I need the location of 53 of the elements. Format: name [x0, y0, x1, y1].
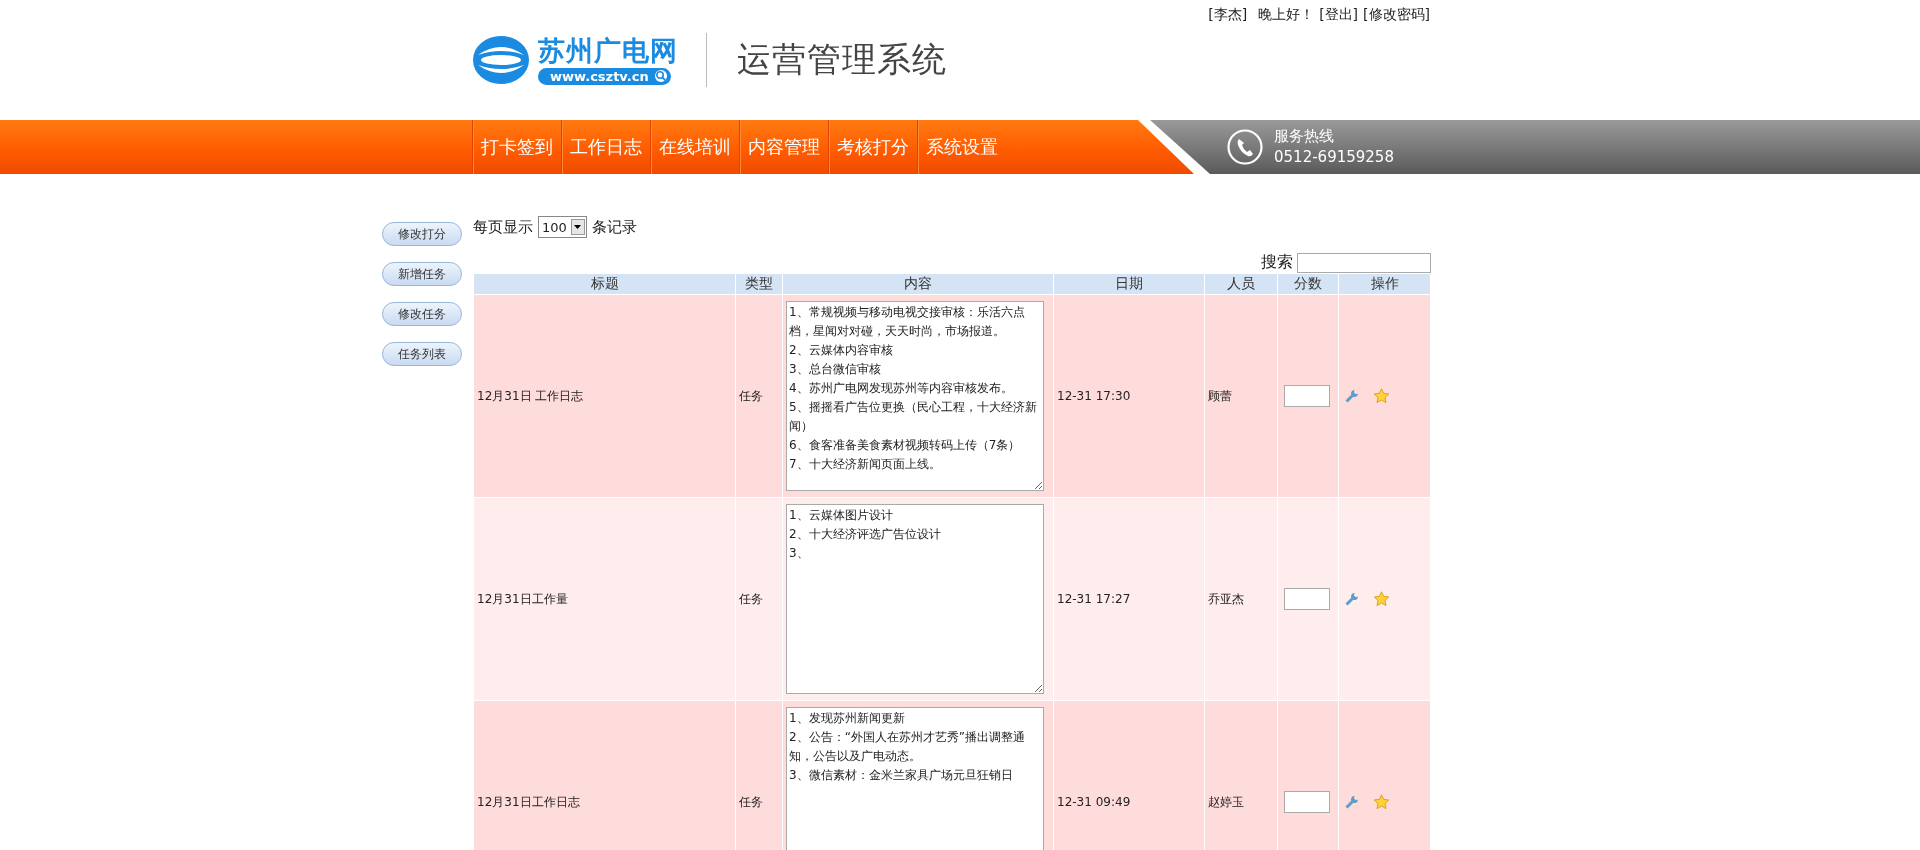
search-icon: [654, 70, 667, 82]
wrench-icon[interactable]: [1344, 794, 1359, 810]
person-cell: 赵婷玉: [1208, 794, 1244, 809]
content-field[interactable]: 1、云媒体图片设计 2、十大经济评选广告位设计 3、: [786, 504, 1044, 694]
column-header: 分数: [1277, 273, 1339, 295]
score-field[interactable]: [1284, 791, 1330, 813]
phone-icon: [1226, 128, 1264, 166]
person-cell: 顾蕾: [1208, 388, 1232, 403]
logout-link[interactable]: [登出]: [1319, 6, 1359, 24]
column-header: 标题: [473, 273, 736, 295]
column-header: 操作: [1338, 273, 1431, 295]
star-icon[interactable]: [1373, 591, 1390, 607]
title-cell: 12月31日工作量: [477, 591, 568, 606]
sidebar-button[interactable]: 修改打分: [382, 222, 462, 246]
score-field[interactable]: [1284, 385, 1330, 407]
wrench-icon[interactable]: [1344, 388, 1359, 404]
page-size-select[interactable]: 100: [538, 216, 587, 238]
page-size-suffix: 条记录: [591, 217, 637, 237]
content-field[interactable]: 1、常规视频与移动电视交接审核：乐活六点档，星闻对对碰，天天时尚，市场报道。 2、云媒体内容审核 3、总台微信审核 4、苏州广电网发现苏州等内容审核发布。 5、摇摇看广告位更换（民心工程，十大经济新闻） 6、食客准备美食素材视频转码上传（7条） 7、十大经济新闻页面上线。: [786, 301, 1044, 491]
system-title: 运营管理系统: [737, 38, 947, 81]
sidebar-button[interactable]: 任务列表: [382, 342, 462, 366]
content-field[interactable]: 1、发现苏州新闻更新 2、公告：“外国人在苏州才艺秀”播出调整通知，公告以及广电动态。 3、微信素材：金米兰家具广场元旦狂销日: [786, 707, 1044, 850]
hotline-number: 0512-69159258: [1274, 147, 1394, 168]
person-cell: 乔亚杰: [1208, 591, 1244, 606]
sidebar-button[interactable]: 新增任务: [382, 262, 462, 286]
star-icon[interactable]: [1373, 388, 1390, 404]
logo-icon: [472, 35, 530, 85]
column-header: 人员: [1204, 273, 1278, 295]
column-header: 日期: [1053, 273, 1205, 295]
user-name: [李杰]: [1208, 6, 1248, 24]
dropdown-arrow-icon: [574, 225, 582, 229]
column-header: 内容: [782, 273, 1054, 295]
type-cell: 任务: [739, 591, 763, 606]
change-password-link[interactable]: [修改密码]: [1363, 6, 1430, 24]
page-size-label: 每页显示: [473, 217, 533, 237]
star-icon[interactable]: [1373, 794, 1390, 810]
logo-url: www.csztv.cn: [538, 67, 671, 85]
date-cell: 12-31 17:30: [1057, 389, 1131, 403]
hotline-label: 服务热线: [1274, 126, 1335, 147]
type-cell: 任务: [739, 388, 763, 403]
date-cell: 12-31 09:49: [1057, 795, 1131, 809]
search-field[interactable]: [1297, 252, 1431, 273]
column-header: 类型: [735, 273, 783, 295]
score-field[interactable]: [1284, 588, 1330, 610]
sidebar-button[interactable]: 修改任务: [382, 302, 462, 326]
greeting: 晚上好！: [1258, 6, 1315, 24]
title-cell: 12月31日 工作日志: [477, 388, 584, 403]
search-label: 搜索: [1261, 252, 1293, 273]
logo-name: 苏州广电网: [538, 35, 678, 66]
wrench-icon[interactable]: [1344, 591, 1359, 607]
title-cell: 12月31日工作日志: [477, 794, 580, 809]
type-cell: 任务: [739, 794, 763, 809]
date-cell: 12-31 17:27: [1057, 592, 1131, 606]
